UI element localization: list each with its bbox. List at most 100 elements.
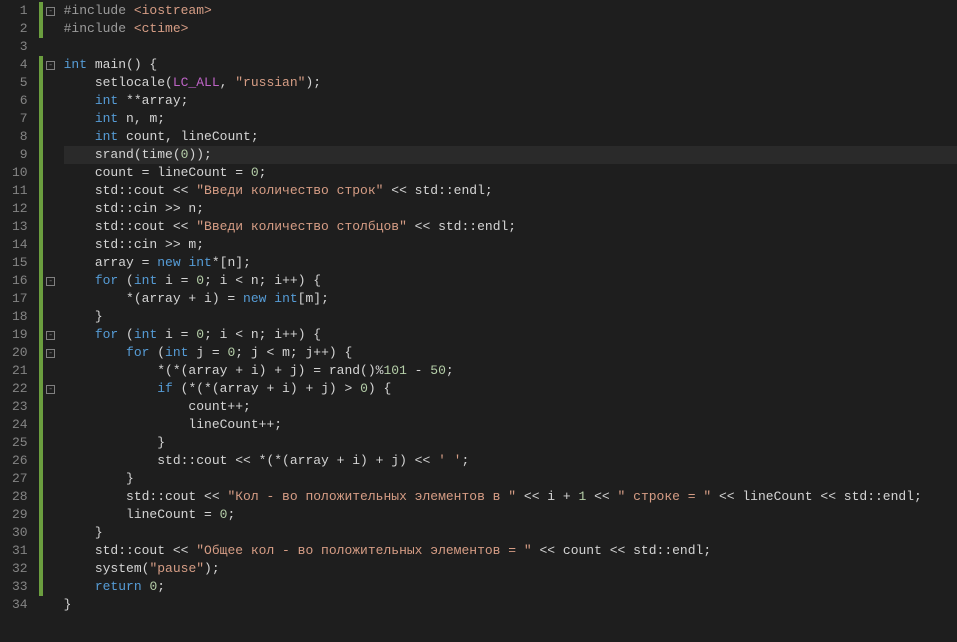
line-number: 14	[12, 236, 28, 254]
fold-toggle	[44, 128, 58, 146]
change-marker	[39, 506, 43, 524]
code-editor[interactable]: 1234567891011121314151617181920212223242…	[0, 0, 957, 642]
token-num: 101	[383, 363, 406, 378]
code-line[interactable]: return 0;	[64, 578, 957, 596]
token-id: *(*(array + i) + j) = rand()%	[64, 363, 384, 378]
line-number: 4	[12, 56, 28, 74]
fold-toggle[interactable]: -	[44, 272, 58, 290]
code-line[interactable]: }	[64, 308, 957, 326]
fold-toggle[interactable]: -	[44, 344, 58, 362]
fold-minus-icon[interactable]: -	[46, 61, 55, 70]
code-line[interactable]: std::cout << "Общее кол - во положительн…	[64, 542, 957, 560]
code-line[interactable]: std::cout << "Кол - во положительных эле…	[64, 488, 957, 506]
token-id: count, lineCount;	[118, 129, 258, 144]
change-marker	[39, 200, 43, 218]
fold-toggle[interactable]: -	[44, 326, 58, 344]
line-number: 10	[12, 164, 28, 182]
fold-toggle[interactable]: -	[44, 2, 58, 20]
code-line[interactable]: std::cout << "Введи количество строк" <<…	[64, 182, 957, 200]
code-line[interactable]: lineCount = 0;	[64, 506, 957, 524]
code-line[interactable]: int **array;	[64, 92, 957, 110]
fold-toggle	[44, 182, 58, 200]
fold-toggle[interactable]: -	[44, 56, 58, 74]
line-number: 23	[12, 398, 28, 416]
token-id: );	[204, 561, 220, 576]
line-number: 15	[12, 254, 28, 272]
fold-minus-icon[interactable]: -	[46, 7, 55, 16]
code-line[interactable]: int count, lineCount;	[64, 128, 957, 146]
code-line[interactable]: int n, m;	[64, 110, 957, 128]
token-id: i =	[157, 327, 196, 342]
fold-minus-icon[interactable]: -	[46, 349, 55, 358]
code-line[interactable]: count = lineCount = 0;	[64, 164, 957, 182]
token-type: int	[134, 327, 157, 342]
code-line[interactable]	[64, 38, 957, 56]
fold-toggle	[44, 74, 58, 92]
code-line[interactable]: *(*(array + i) + j) = rand()%101 - 50;	[64, 362, 957, 380]
code-line[interactable]: for (int j = 0; j < m; j++) {	[64, 344, 957, 362]
token-id	[64, 381, 158, 396]
change-marker	[39, 128, 43, 146]
fold-minus-icon[interactable]: -	[46, 385, 55, 394]
line-number-gutter: 1234567891011121314151617181920212223242…	[0, 0, 38, 642]
code-line[interactable]: for (int i = 0; i < n; i++) {	[64, 326, 957, 344]
change-marker	[39, 344, 43, 362]
fold-minus-icon[interactable]: -	[46, 277, 55, 286]
fold-toggle	[44, 578, 58, 596]
token-num: 0	[196, 327, 204, 342]
code-line[interactable]: system("pause");	[64, 560, 957, 578]
code-line[interactable]: std::cin >> m;	[64, 236, 957, 254]
code-line[interactable]: array = new int*[n];	[64, 254, 957, 272]
token-def: LC_ALL	[173, 75, 220, 90]
line-number: 22	[12, 380, 28, 398]
change-marker	[39, 578, 43, 596]
code-line[interactable]: srand(time(0));	[64, 146, 957, 164]
code-line[interactable]: #include <ctime>	[64, 20, 957, 38]
token-kw: new	[243, 291, 266, 306]
fold-toggle	[44, 596, 58, 614]
code-line[interactable]: setlocale(LC_ALL, "russian");	[64, 74, 957, 92]
token-id: ;	[461, 453, 469, 468]
fold-minus-icon[interactable]: -	[46, 331, 55, 340]
code-line[interactable]: }	[64, 524, 957, 542]
fold-toggle	[44, 362, 58, 380]
change-marker	[39, 272, 43, 290]
line-number: 26	[12, 452, 28, 470]
code-line[interactable]: std::cout << "Введи количество столбцов"…	[64, 218, 957, 236]
token-kw: for	[126, 345, 149, 360]
token-id: **array;	[118, 93, 188, 108]
token-kw: for	[95, 327, 118, 342]
code-line[interactable]: for (int i = 0; i < n; i++) {	[64, 272, 957, 290]
token-id: }	[64, 435, 165, 450]
token-type: int	[95, 111, 118, 126]
line-number: 30	[12, 524, 28, 542]
code-line[interactable]: }	[64, 596, 957, 614]
code-line[interactable]: count++;	[64, 398, 957, 416]
code-line[interactable]: lineCount++;	[64, 416, 957, 434]
token-id: [m];	[298, 291, 329, 306]
code-line[interactable]: }	[64, 470, 957, 488]
token-id: (*(*(array + i) + j) >	[173, 381, 360, 396]
change-marker	[39, 326, 43, 344]
fold-toggle	[44, 110, 58, 128]
change-marker	[39, 488, 43, 506]
code-line[interactable]: if (*(*(array + i) + j) > 0) {	[64, 380, 957, 398]
token-type: int	[64, 57, 87, 72]
code-line[interactable]: #include <iostream>	[64, 2, 957, 20]
token-id	[64, 129, 95, 144]
code-line[interactable]: std::cout << *(*(array + i) + j) << ' ';	[64, 452, 957, 470]
fold-toggle	[44, 524, 58, 542]
change-marker	[39, 470, 43, 488]
code-line[interactable]: }	[64, 434, 957, 452]
code-area[interactable]: #include <iostream>#include <ctime> int m…	[58, 0, 957, 642]
code-line[interactable]: std::cin >> n;	[64, 200, 957, 218]
code-line[interactable]: *(array + i) = new int[m];	[64, 290, 957, 308]
code-line[interactable]: int main() {	[64, 56, 957, 74]
fold-toggle[interactable]: -	[44, 380, 58, 398]
fold-toggle	[44, 542, 58, 560]
fold-toggle	[44, 146, 58, 164]
change-marker	[39, 218, 43, 236]
token-id: ;	[446, 363, 454, 378]
token-str: "Введи количество столбцов"	[196, 219, 407, 234]
change-marker	[39, 416, 43, 434]
